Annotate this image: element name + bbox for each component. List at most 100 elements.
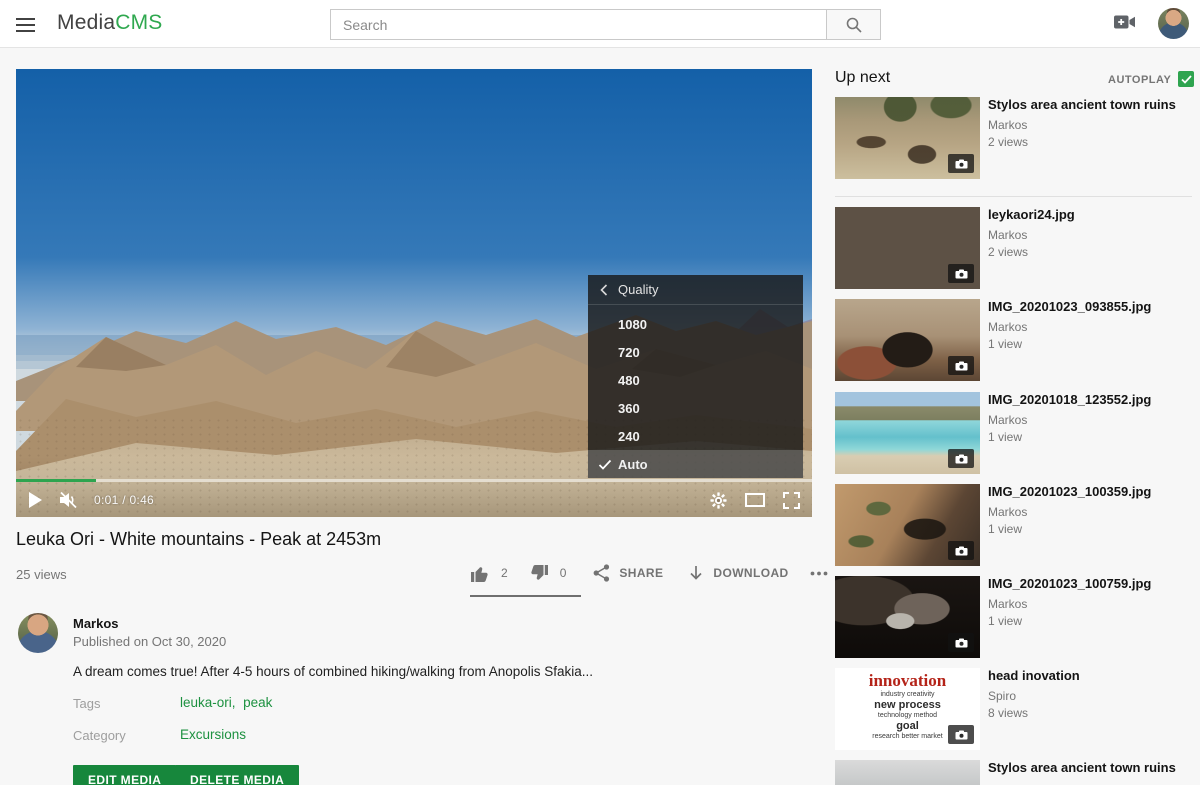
up-next-item[interactable]: Stylos area ancient town ruins <box>835 760 1192 785</box>
wordcloud-word: new process <box>835 699 980 712</box>
thumbnail-stylos-ruins-2[interactable] <box>835 760 980 785</box>
theater-mode-button[interactable] <box>745 493 765 507</box>
up-next-heading: Up next <box>835 69 890 87</box>
up-next-item[interactable]: IMG_20201023_100359.jpg Markos 1 view <box>835 484 1192 566</box>
more-icon <box>810 571 828 576</box>
share-icon <box>593 564 610 582</box>
up-next-author: Markos <box>988 413 1192 427</box>
search-button[interactable] <box>827 9 881 40</box>
share-button[interactable]: SHARE <box>593 564 663 582</box>
user-avatar[interactable] <box>1158 8 1189 39</box>
up-next-item[interactable]: innovation industry creativity new proce… <box>835 668 1192 750</box>
category-value: Excursions <box>180 727 246 742</box>
up-next-author: Markos <box>988 118 1192 132</box>
up-next-item[interactable]: IMG_20201018_123552.jpg Markos 1 view <box>835 392 1192 474</box>
top-bar: MediaCMS <box>0 0 1200 48</box>
up-next-views: 2 views <box>988 245 1192 259</box>
time-display: 0:01 / 0:46 <box>94 493 154 507</box>
quality-option-240[interactable]: 240 <box>588 422 803 450</box>
mediacms-page: MediaCMS <box>0 0 1200 785</box>
up-next-author: Markos <box>988 320 1192 334</box>
thumbnail-img-123552[interactable] <box>835 392 980 474</box>
up-next-views: 1 view <box>988 522 1192 536</box>
search-input[interactable] <box>330 9 827 40</box>
wordcloud-word: innovation <box>835 672 980 691</box>
thumbnail-img-093855[interactable] <box>835 299 980 381</box>
media-type-badge <box>948 633 974 652</box>
volume-muted-icon <box>58 491 78 509</box>
up-next-views: 2 views <box>988 135 1192 149</box>
up-next-author: Markos <box>988 228 1192 242</box>
up-next-title[interactable]: IMG_20201023_100759.jpg <box>988 576 1192 592</box>
quality-menu: Quality 1080 720 480 360 240 Auto <box>588 275 803 478</box>
tag-link-peak[interactable]: peak <box>243 695 272 710</box>
quality-option-480[interactable]: 480 <box>588 366 803 394</box>
play-button[interactable] <box>28 492 42 508</box>
upload-media-button[interactable] <box>1112 12 1138 34</box>
fullscreen-icon <box>783 492 800 509</box>
logo-cms: CMS <box>115 11 162 34</box>
media-type-badge <box>948 264 974 283</box>
up-next-item[interactable]: IMG_20201023_093855.jpg Markos 1 view <box>835 299 1192 381</box>
autoplay-label: AUTOPLAY <box>1108 74 1171 86</box>
author-avatar[interactable] <box>18 613 58 653</box>
settings-button[interactable] <box>710 492 727 509</box>
mute-button[interactable] <box>58 491 78 509</box>
check-icon <box>598 459 612 470</box>
menu-icon[interactable] <box>16 14 40 34</box>
wordcloud-word: technology method <box>835 712 980 720</box>
thumbnail-img-100759[interactable] <box>835 576 980 658</box>
thumbnail-stylos-ruins[interactable] <box>835 97 980 179</box>
author-name[interactable]: Markos <box>73 616 119 631</box>
edit-media-button[interactable]: EDIT MEDIA <box>73 765 176 785</box>
up-next-author: Spiro <box>988 689 1192 703</box>
up-next-title[interactable]: Stylos area ancient town ruins <box>988 760 1192 776</box>
up-next-title[interactable]: IMG_20201023_093855.jpg <box>988 299 1192 315</box>
quality-option-360[interactable]: 360 <box>588 394 803 422</box>
up-next-item[interactable]: IMG_20201023_100759.jpg Markos 1 view <box>835 576 1192 658</box>
category-label: Category <box>73 728 126 743</box>
up-next-author: Markos <box>988 505 1192 519</box>
autoplay-checkbox[interactable] <box>1178 71 1194 87</box>
video-player[interactable]: Quality 1080 720 480 360 240 Auto <box>16 69 812 517</box>
like-button[interactable]: 2 <box>470 564 508 583</box>
search-bar <box>330 9 881 40</box>
download-label: DOWNLOAD <box>713 566 788 580</box>
quality-option-auto-selected[interactable]: Auto <box>588 450 803 478</box>
up-next-title[interactable]: Stylos area ancient town ruins <box>988 97 1192 113</box>
quality-menu-title: Quality <box>618 282 658 297</box>
quality-option-1080[interactable]: 1080 <box>588 310 803 338</box>
up-next-item[interactable]: leykaori24.jpg Markos 2 views <box>835 207 1192 289</box>
tags-list: leuka-ori, peak <box>180 695 272 710</box>
search-icon <box>845 16 863 34</box>
up-next-title[interactable]: head inovation <box>988 668 1192 684</box>
up-next-views: 1 view <box>988 430 1192 444</box>
up-next-views: 8 views <box>988 706 1192 720</box>
logo[interactable]: MediaCMS <box>57 11 162 35</box>
dislike-button[interactable]: 0 <box>529 564 567 583</box>
wordcloud-word: industry creativity <box>835 691 980 699</box>
chevron-left-icon <box>600 284 608 296</box>
seek-bar[interactable] <box>16 479 812 482</box>
download-button[interactable]: DOWNLOAD <box>688 565 788 582</box>
thumbnail-leykaori24[interactable] <box>835 207 980 289</box>
up-next-title[interactable]: IMG_20201023_100359.jpg <box>988 484 1192 500</box>
delete-media-button[interactable]: DELETE MEDIA <box>175 765 299 785</box>
up-next-title[interactable]: IMG_20201018_123552.jpg <box>988 392 1192 408</box>
media-type-badge <box>948 154 974 173</box>
fullscreen-button[interactable] <box>783 492 800 509</box>
thumbnail-img-100359[interactable] <box>835 484 980 566</box>
category-link-excursions[interactable]: Excursions <box>180 727 246 742</box>
media-type-badge <box>948 449 974 468</box>
thumbnail-innovation-wordcloud[interactable]: innovation industry creativity new proce… <box>835 668 980 750</box>
media-title: Leuka Ori - White mountains - Peak at 24… <box>16 529 616 550</box>
up-next-title[interactable]: leykaori24.jpg <box>988 207 1192 223</box>
theater-mode-icon <box>745 493 765 507</box>
quality-menu-back[interactable]: Quality <box>588 275 803 305</box>
up-next-item[interactable]: Stylos area ancient town ruins Markos 2 … <box>835 97 1192 179</box>
quality-option-720[interactable]: 720 <box>588 338 803 366</box>
tag-link-leuka-ori[interactable]: leuka-ori <box>180 695 232 710</box>
media-type-badge <box>948 541 974 560</box>
more-actions-button[interactable] <box>810 571 828 576</box>
camera-icon <box>955 546 968 556</box>
